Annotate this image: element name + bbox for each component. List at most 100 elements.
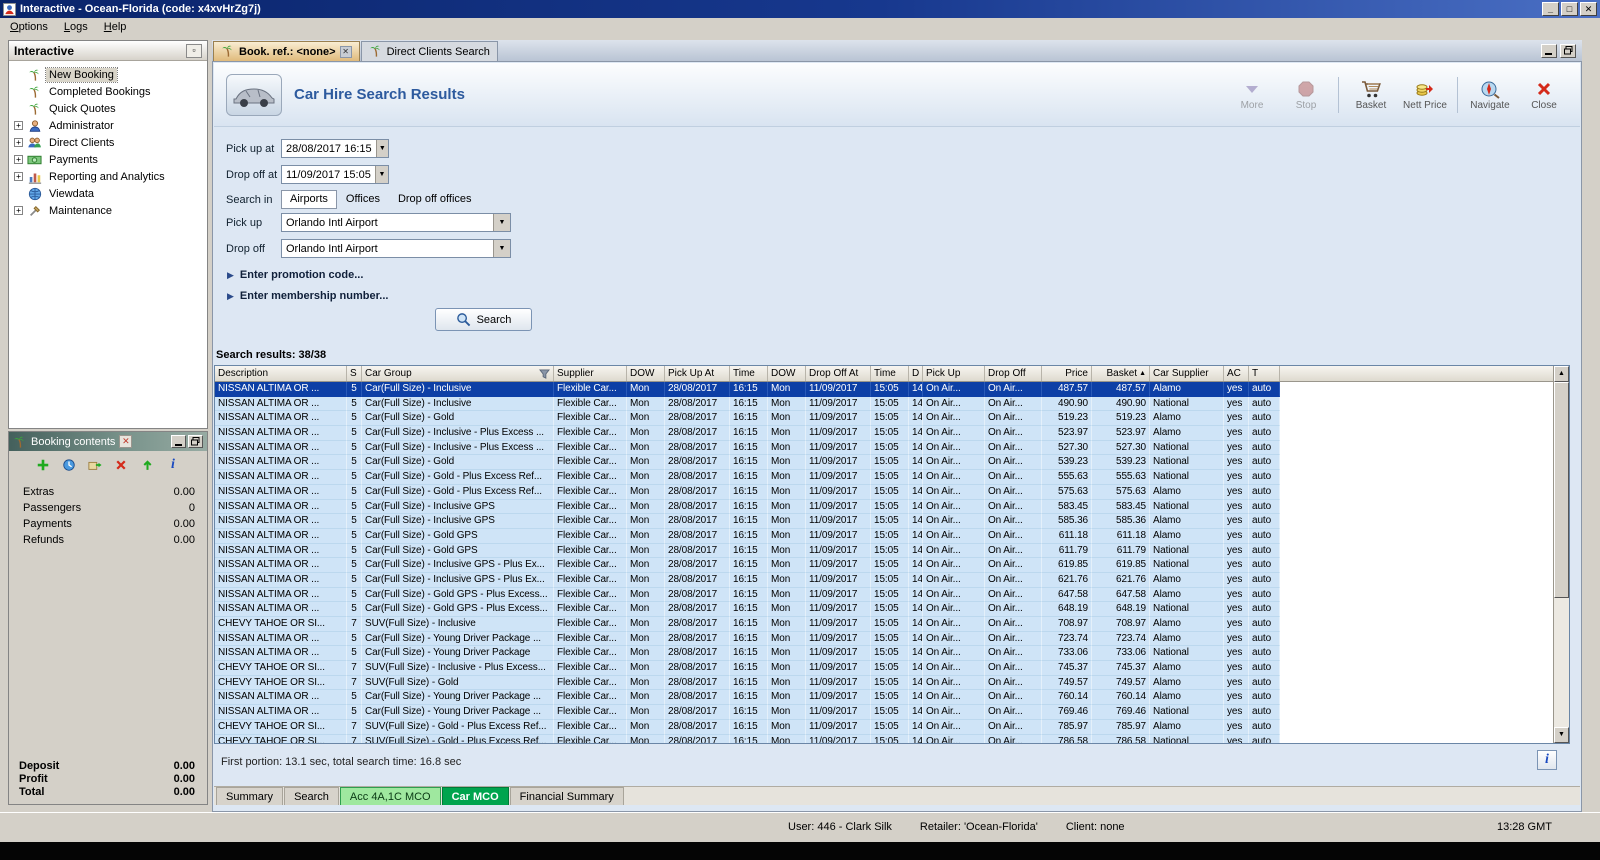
booking-world-button[interactable] [60,456,78,474]
column-header-ac[interactable]: AC [1224,366,1249,381]
dropoff-at-input[interactable]: 11/09/2017 15:05 ▼ [281,165,389,184]
result-row[interactable]: CHEVY TAHOE OR SI... 7 SUV(Full Size) - Go… [215,675,1280,691]
result-row[interactable]: CHEVY TAHOE OR SI... 7 SUV(Full Size) - Go… [215,719,1280,735]
pickup-dropdown-icon[interactable]: ▼ [493,214,510,231]
column-header-car-supplier[interactable]: Car Supplier [1150,366,1224,381]
result-row[interactable]: NISSAN ALTIMA OR ... 5 Car(Full Size) - Yo… [215,646,1280,662]
booking-restore-icon[interactable] [188,435,203,448]
result-row[interactable]: NISSAN ALTIMA OR ... 5 Car(Full Size) - Go… [215,528,1280,544]
result-row[interactable]: NISSAN ALTIMA OR ... 5 Car(Full Size) - In… [215,426,1280,441]
promotion-code-toggle[interactable]: ▶ Enter promotion code... [227,269,363,281]
scrollbar-thumb[interactable] [1554,382,1569,598]
minimize-icon[interactable]: _ [1542,2,1559,16]
bottom-tab-acc-4a-1c-mco[interactable]: Acc 4A,1C MCO [339,787,441,805]
expand-plus-icon[interactable]: + [14,172,23,181]
panel-collapse-icon[interactable]: ▫ [186,43,202,58]
toolbar-close-button[interactable]: Close [1518,78,1570,111]
column-header-dow[interactable]: DOW [627,366,665,381]
result-row[interactable]: NISSAN ALTIMA OR ... 5 Car(Full Size) - Go… [215,455,1280,471]
toolbar-nett-price-button[interactable]: Nett Price [1399,78,1451,111]
dropoff-combobox[interactable]: Orlando Intl Airport ▼ [281,239,511,258]
sidebar-item-quick-quotes[interactable]: +Quick Quotes [9,100,207,117]
column-header-pick-up-at[interactable]: Pick Up At [665,366,730,381]
booking-send-button[interactable] [138,456,156,474]
search-in-tab-offices[interactable]: Offices [337,190,389,209]
result-row[interactable]: NISSAN ALTIMA OR ... 5 Car(Full Size) - In… [215,440,1280,456]
expand-plus-icon[interactable]: + [14,138,23,147]
result-row[interactable]: NISSAN ALTIMA OR ... 5 Car(Full Size) - Yo… [215,631,1280,647]
result-row[interactable]: NISSAN ALTIMA OR ... 5 Car(Full Size) - In… [215,382,1280,397]
sidebar-item-direct-clients[interactable]: + Direct Clients [9,134,207,151]
result-row[interactable]: NISSAN ALTIMA OR ... 5 Car(Full Size) - Go… [215,484,1280,500]
expand-plus-icon[interactable]: + [14,155,23,164]
pickup-at-dropdown-icon[interactable]: ▼ [375,140,388,157]
column-header-price[interactable]: Price [1042,366,1092,381]
grid-scrollbar[interactable]: ▲ ▼ [1553,366,1569,743]
menu-help[interactable]: Help [96,19,135,36]
column-header-d[interactable]: D [909,366,923,381]
booking-minimize-icon[interactable] [171,435,186,448]
document-tab-direct-clients-search[interactable]: Direct Clients Search [360,41,498,61]
toolbar-basket-button[interactable]: Basket [1345,78,1397,111]
bottom-tab-car-mco[interactable]: Car MCO [441,787,509,805]
booking-close-icon[interactable]: ✕ [119,435,133,448]
sidebar-item-administrator[interactable]: + Administrator [9,117,207,134]
result-row[interactable]: NISSAN ALTIMA OR ... 5 Car(Full Size) - Yo… [215,705,1280,720]
result-row[interactable]: NISSAN ALTIMA OR ... 5 Car(Full Size) - In… [215,514,1280,529]
result-row[interactable]: NISSAN ALTIMA OR ... 5 Car(Full Size) - Yo… [215,690,1280,706]
pickup-at-input[interactable]: 28/08/2017 16:15 ▼ [281,139,389,158]
maximize-icon[interactable]: □ [1561,2,1578,16]
info-button[interactable]: i [1537,750,1557,770]
expand-plus-icon[interactable]: + [14,121,23,130]
search-button[interactable]: Search [435,308,532,331]
result-row[interactable]: NISSAN ALTIMA OR ... 5 Car(Full Size) - Go… [215,543,1280,559]
bottom-tab-financial-summary[interactable]: Financial Summary [509,787,624,805]
mdi-minimize-icon[interactable] [1541,43,1557,58]
bottom-tab-search[interactable]: Search [284,787,339,805]
column-header-time[interactable]: Time [871,366,909,381]
booking-info-button[interactable]: i [164,456,182,474]
column-header-description[interactable]: Description [215,366,347,381]
document-tab-book-ref-none[interactable]: Book. ref.: <none> ✕ [213,41,360,61]
result-row[interactable]: NISSAN ALTIMA OR ... 5 Car(Full Size) - In… [215,499,1280,515]
toolbar-navigate-button[interactable]: Navigate [1464,78,1516,111]
column-header-dow[interactable]: DOW [768,366,806,381]
bottom-tab-summary[interactable]: Summary [216,787,284,805]
column-header-t[interactable]: T [1249,366,1280,381]
mdi-restore-icon[interactable] [1560,43,1576,58]
column-header-supplier[interactable]: Supplier [554,366,627,381]
result-row[interactable]: CHEVY TAHOE OR SI... 7 SUV(Full Size) - In… [215,661,1280,676]
menu-logs[interactable]: Logs [56,19,96,36]
column-header-s[interactable]: S [347,366,362,381]
column-header-drop-off[interactable]: Drop Off [985,366,1042,381]
result-row[interactable]: NISSAN ALTIMA OR ... 5 Car(Full Size) - Go… [215,587,1280,603]
result-row[interactable]: NISSAN ALTIMA OR ... 5 Car(Full Size) - In… [215,558,1280,573]
sidebar-item-completed-bookings[interactable]: +Completed Bookings [9,83,207,100]
result-row[interactable]: NISSAN ALTIMA OR ... 5 Car(Full Size) - Go… [215,470,1280,485]
column-header-car-group[interactable]: Car Group [362,366,554,381]
sidebar-item-viewdata[interactable]: +Viewdata [9,185,207,202]
menu-options[interactable]: Options [2,19,56,36]
column-header-pick-up[interactable]: Pick Up [923,366,985,381]
tab-close-icon[interactable]: ✕ [339,45,352,58]
membership-number-toggle[interactable]: ▶ Enter membership number... [227,290,388,302]
dropoff-dropdown-icon[interactable]: ▼ [493,240,510,257]
filter-funnel-icon[interactable] [539,368,550,379]
expand-plus-icon[interactable]: + [14,206,23,215]
result-row[interactable]: CHEVY TAHOE OR SI... 7 SUV(Full Size) - In… [215,617,1280,632]
sidebar-item-reporting-and-analytics[interactable]: + Reporting and Analytics [9,168,207,185]
search-in-tab-airports[interactable]: Airports [281,190,337,209]
booking-delete-button[interactable] [112,456,130,474]
result-row[interactable]: NISSAN ALTIMA OR ... 5 Car(Full Size) - In… [215,572,1280,588]
pickup-combobox[interactable]: Orlando Intl Airport ▼ [281,213,511,232]
sidebar-item-payments[interactable]: + Payments [9,151,207,168]
close-icon[interactable]: ✕ [1580,2,1597,16]
result-row[interactable]: NISSAN ALTIMA OR ... 5 Car(Full Size) - In… [215,396,1280,412]
column-header-basket[interactable]: Basket ▲ [1092,366,1150,381]
search-in-tab-drop-off-offices[interactable]: Drop off offices [389,190,481,209]
column-header-drop-off-at[interactable]: Drop Off At [806,366,871,381]
result-row[interactable]: NISSAN ALTIMA OR ... 5 Car(Full Size) - Go… [215,602,1280,617]
result-row[interactable]: NISSAN ALTIMA OR ... 5 Car(Full Size) - Go… [215,411,1280,427]
result-row[interactable]: CHEVY TAHOE OR SI... 7 SUV(Full Size) - Go… [215,734,1280,743]
scroll-up-icon[interactable]: ▲ [1554,366,1569,382]
